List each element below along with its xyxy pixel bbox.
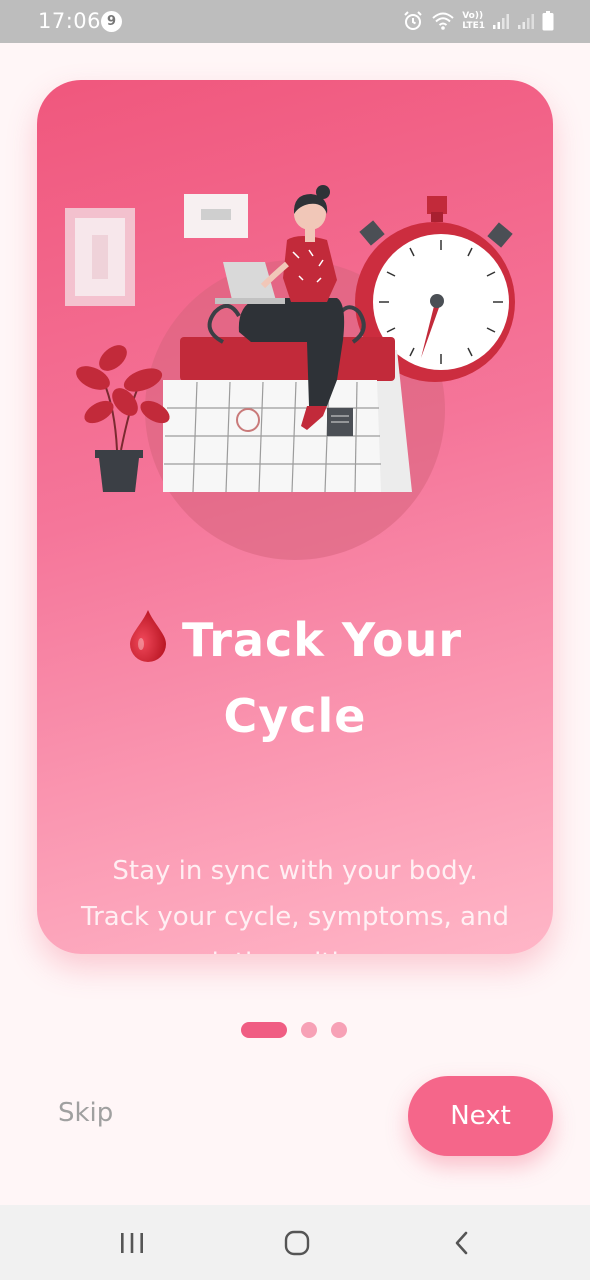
alarm-icon [404, 11, 422, 30]
network-label-top: Vo)) [462, 11, 484, 21]
onboarding-subtitle: Stay in sync with your body. Track your … [81, 856, 509, 954]
status-bar: 17:06 9 Vo)) LTE1 [0, 0, 590, 43]
notification-count-badge: 9 [101, 11, 122, 32]
recents-icon [121, 1233, 143, 1253]
status-time: 17:06 [38, 9, 102, 33]
calendar-illustration [65, 185, 515, 560]
page-dot [331, 1022, 347, 1038]
wifi-icon [432, 12, 454, 30]
page-indicator [241, 1022, 347, 1038]
onboarding-title-text: Track Your Cycle [181, 613, 463, 743]
page-dot-active [241, 1022, 287, 1038]
home-icon [284, 1230, 310, 1256]
page-dot [301, 1022, 317, 1038]
next-button[interactable]: Next [408, 1076, 553, 1156]
network-label-bottom: LTE1 [462, 21, 485, 31]
home-button[interactable] [277, 1227, 317, 1259]
onboarding-title: Track Your Cycle [77, 602, 513, 754]
signal-icon [493, 14, 509, 29]
status-icons: Vo)) LTE1 [402, 9, 554, 33]
back-icon [455, 1231, 468, 1255]
skip-button[interactable]: Skip [58, 1098, 113, 1128]
drop-icon [129, 610, 166, 662]
onboarding-card: Track Your Cycle Stay in sync with your … [37, 80, 553, 954]
recents-button[interactable] [112, 1227, 152, 1259]
battery-icon [542, 11, 554, 31]
system-nav-bar [0, 1205, 590, 1280]
volte-icon: Vo)) LTE1 [462, 11, 485, 31]
signal-icon [518, 14, 534, 29]
back-button[interactable] [442, 1227, 482, 1259]
